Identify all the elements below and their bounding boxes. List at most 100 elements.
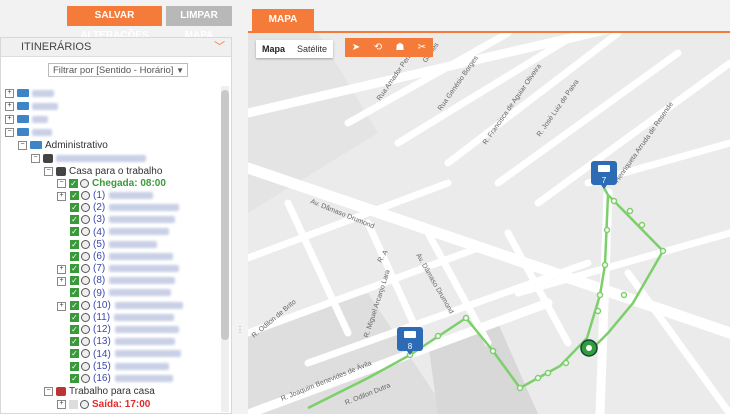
checkbox[interactable]: ✓ xyxy=(70,215,79,225)
checkbox[interactable]: ✓ xyxy=(70,251,79,261)
itineraries-panel: ITINERÁRIOS ﹀ Filtrar por [Sentido - Hor… xyxy=(0,37,232,414)
checkbox[interactable]: ✓ xyxy=(69,178,78,188)
checkbox[interactable]: ✓ xyxy=(70,264,79,274)
route-stop[interactable] xyxy=(594,307,602,315)
checkbox[interactable]: ✓ xyxy=(70,337,79,347)
checkbox[interactable]: ✓ xyxy=(70,227,79,237)
collapse-icon[interactable]: − xyxy=(5,127,14,137)
checkbox[interactable]: ✓ xyxy=(70,312,79,322)
route-stop[interactable] xyxy=(462,314,470,322)
people-icon[interactable]: ☗ xyxy=(389,38,411,57)
stop-number: (11) xyxy=(93,312,111,323)
scrollbar-thumb[interactable] xyxy=(221,90,229,340)
tree-folder[interactable]: + xyxy=(5,114,48,126)
checkbox[interactable]: ✓ xyxy=(70,203,79,213)
bus-marker-7[interactable]: 7 xyxy=(591,161,617,189)
expand-icon[interactable]: + xyxy=(57,277,66,287)
tree-folder[interactable]: + xyxy=(5,101,58,113)
tree-schedule-saida[interactable]: + ✓ Saída: 17:00 xyxy=(57,399,150,411)
route-icon[interactable]: ⟲ xyxy=(367,38,389,57)
list-item[interactable]: ✓ (15) xyxy=(70,361,169,373)
route-stop[interactable] xyxy=(434,332,442,340)
stop-pin-icon xyxy=(81,276,90,286)
route-stop[interactable] xyxy=(610,197,618,205)
checkbox[interactable]: ✓ xyxy=(70,325,79,335)
list-item[interactable]: ✓ (14) xyxy=(70,349,181,361)
map-type-map-button[interactable]: Mapa xyxy=(256,40,291,58)
tree-folder[interactable]: + xyxy=(5,88,54,100)
save-button[interactable]: SALVAR ALTERAÇÕES xyxy=(67,6,162,41)
route-stop[interactable] xyxy=(516,384,524,392)
list-item[interactable]: + ✓ (10) xyxy=(57,300,183,312)
route-stop[interactable] xyxy=(544,369,552,377)
expand-icon[interactable]: + xyxy=(57,265,66,275)
expand-icon[interactable]: + xyxy=(5,114,14,124)
locate-icon[interactable]: ➤ xyxy=(345,38,367,57)
redacted-label xyxy=(114,338,175,346)
tree-folder[interactable]: − xyxy=(5,127,52,139)
checkbox[interactable]: ✓ xyxy=(70,239,79,249)
list-item[interactable]: ✓ (11) xyxy=(70,312,175,324)
start-marker[interactable] xyxy=(580,339,598,357)
collapse-icon[interactable]: − xyxy=(18,140,27,150)
expand-icon[interactable]: + xyxy=(57,301,66,311)
route-stop[interactable] xyxy=(638,221,646,229)
collapse-icon[interactable]: − xyxy=(44,386,53,396)
expand-icon[interactable]: + xyxy=(57,399,66,409)
checkbox[interactable]: ✓ xyxy=(70,190,79,200)
list-item[interactable]: + ✓ (8) xyxy=(57,275,176,287)
list-item[interactable]: ✓ (3) xyxy=(70,214,176,226)
bus-marker-8[interactable]: 8 xyxy=(397,327,423,355)
clear-map-button[interactable]: LIMPAR MAPA xyxy=(166,6,232,41)
stop-pin-icon xyxy=(81,288,90,298)
collapse-icon[interactable]: − xyxy=(57,178,66,188)
route-stop[interactable] xyxy=(659,247,667,255)
checkbox[interactable]: ✓ xyxy=(70,349,79,359)
itineraries-header[interactable]: ITINERÁRIOS ﹀ xyxy=(1,38,231,57)
stop-pin-icon xyxy=(81,190,90,200)
route-stop[interactable] xyxy=(562,359,570,367)
list-item[interactable]: ✓ (9) xyxy=(70,288,172,300)
collapse-icon[interactable]: − xyxy=(44,166,53,176)
tab-map[interactable]: MAPA xyxy=(252,9,314,31)
route-stop[interactable] xyxy=(601,261,609,269)
list-item[interactable]: ✓ (12) xyxy=(70,324,179,336)
tree-direction-trabalho[interactable]: − Trabalho para casa xyxy=(44,386,155,398)
route-stop[interactable] xyxy=(489,347,497,355)
checkbox[interactable]: ✓ xyxy=(69,399,78,409)
map-canvas[interactable]: Rua Amador Pena Rua Genésio Borges R. Fr… xyxy=(248,33,730,414)
expand-icon[interactable]: + xyxy=(5,88,14,98)
list-item[interactable]: + ✓ (7) xyxy=(57,263,180,275)
checkbox[interactable]: ✓ xyxy=(70,373,79,383)
tree-direction-casa[interactable]: − Casa para o trabalho xyxy=(44,166,162,178)
list-item[interactable]: ✓ (16) xyxy=(70,373,173,385)
list-item[interactable]: ✓ (4) xyxy=(70,227,170,239)
scissors-icon[interactable]: ✂ xyxy=(411,38,433,57)
list-item[interactable]: ✓ (2) xyxy=(70,202,180,214)
chevron-down-icon[interactable]: ﹀ xyxy=(214,38,225,56)
list-item[interactable]: ✓ (5) xyxy=(70,239,158,251)
route-stop[interactable] xyxy=(620,291,628,299)
panel-splitter[interactable]: ⋮ xyxy=(236,325,244,339)
list-item[interactable]: ✓ (13) xyxy=(70,336,175,348)
list-item[interactable]: ✓ (6) xyxy=(70,251,174,263)
expand-icon[interactable]: + xyxy=(57,192,66,201)
route-stop[interactable] xyxy=(626,207,634,215)
checkbox[interactable]: ✓ xyxy=(70,288,79,298)
tree-folder-admin[interactable]: − Administrativo xyxy=(18,140,108,152)
folder-icon xyxy=(17,128,29,137)
route-stop[interactable] xyxy=(534,374,542,382)
checkbox[interactable]: ✓ xyxy=(70,276,79,286)
map-view[interactable]: Rua Amador Pena Rua Genésio Borges R. Fr… xyxy=(248,33,730,414)
route-stop[interactable] xyxy=(603,226,611,234)
checkbox[interactable]: ✓ xyxy=(70,300,79,310)
map-type-satellite-button[interactable]: Satélite xyxy=(291,40,333,58)
filter-select[interactable]: Filtrar por [Sentido - Horário] ▼ xyxy=(48,63,188,77)
route-stop[interactable] xyxy=(596,291,604,299)
collapse-icon[interactable]: − xyxy=(31,153,40,163)
tree-schedule-chegada[interactable]: − ✓ Chegada: 08:00 xyxy=(57,178,166,190)
checkbox[interactable]: ✓ xyxy=(70,361,79,371)
expand-icon[interactable]: + xyxy=(5,101,14,111)
list-item[interactable]: + ✓ (1) xyxy=(57,190,154,202)
tree-vehicle[interactable]: − xyxy=(31,153,146,165)
